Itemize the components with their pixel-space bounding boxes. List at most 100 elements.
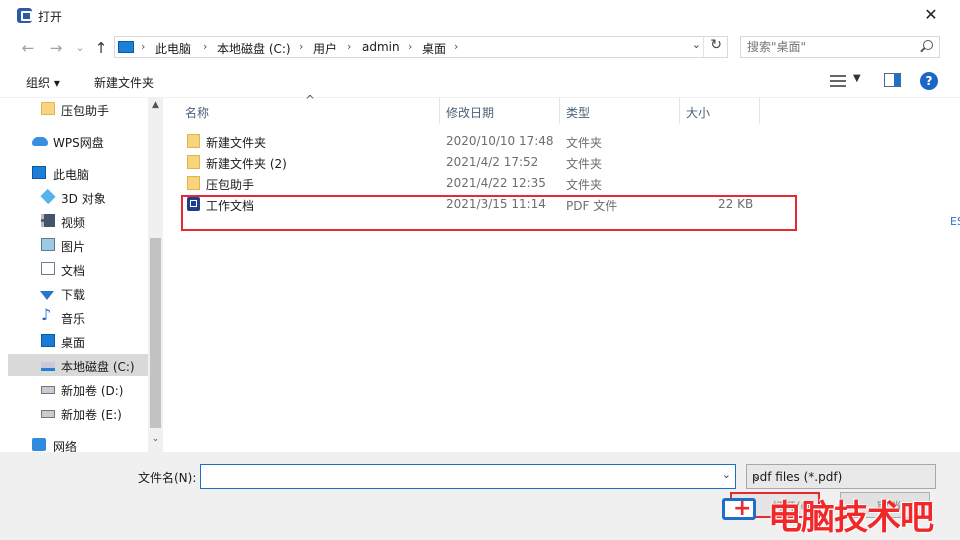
column-header-label: 名称 [185,106,210,120]
cloud-icon [32,137,48,146]
sidebar-item-pictures[interactable]: 图片 [8,234,148,256]
breadcrumb-separator: › [454,40,459,53]
breadcrumb-this-pc[interactable]: 此电脑 [155,40,191,57]
music-icon: ♪ [41,305,52,324]
search-icon[interactable] [923,40,933,50]
address-divider [703,37,704,57]
watermark-logo-icon: + [720,492,760,526]
sidebar-item-music[interactable]: ♪ 音乐 [8,306,148,328]
drive-icon [41,386,55,394]
file-name: 压包助手 [206,178,255,192]
sidebar-item-label: 图片 [61,240,86,254]
video-icon [41,214,55,227]
up-button[interactable]: ↑ [91,38,111,58]
file-row[interactable]: 新建文件夹 (2) 2021/4/2 17:52 文件夹 [181,152,771,173]
new-folder-button[interactable]: 新建文件夹 [94,74,154,91]
sidebar-item-label: 新加卷 (E:) [61,408,122,422]
view-options-icon[interactable] [830,74,846,88]
column-header-name[interactable]: 名称 ^ [179,93,440,124]
sidebar-item-downloads[interactable]: 下载 [8,282,148,304]
sidebar-item-volume-e[interactable]: 新加卷 (E:) [8,402,148,424]
scrollbar-thumb[interactable] [150,238,161,428]
file-name: 新建文件夹 [206,136,267,150]
search-box[interactable] [740,36,940,58]
file-type: 文件夹 [566,136,603,150]
breadcrumb-admin[interactable]: admin [362,40,400,54]
sidebar-item-yabao-helper[interactable]: 压包助手 [8,98,148,120]
refresh-button[interactable]: ↻ [710,37,722,53]
pdf-icon [187,197,200,211]
column-header-label: 大小 [686,106,711,120]
navigation-bar: ← → ⌄ ↑ › 此电脑 › 本地磁盘 (C:) › 用户 › admin ›… [0,32,960,64]
scroll-up-button[interactable]: ▲ [148,100,163,110]
sidebar-item-label: 压包助手 [61,104,110,118]
breadcrumb-separator: › [299,40,304,53]
window-title: 打开 [38,10,63,24]
search-input[interactable] [747,40,917,54]
sidebar-item-label: 视频 [61,216,86,230]
column-header-size[interactable]: 大小 [680,98,760,124]
file-row[interactable]: 压包助手 2021/4/22 12:35 文件夹 [181,173,771,194]
sidebar-scrollbar[interactable]: ▲ ⌄ [148,98,163,452]
sidebar-item-network[interactable]: 网络 [8,434,148,452]
back-button[interactable]: ← [18,38,38,58]
breadcrumb-separator: › [141,40,146,53]
address-dropdown-button[interactable]: ⌄ [692,38,701,51]
sidebar-item-label: 下载 [61,288,86,302]
folder-icon [187,155,200,169]
filename-label: 文件名(N): [138,471,197,485]
breadcrumb-desktop[interactable]: 桌面 [422,40,446,57]
organize-menu-button[interactable]: 组织 ▾ [26,74,60,91]
document-icon [41,262,55,275]
close-button[interactable]: ✕ [910,4,952,28]
file-modified: 2021/4/2 17:52 [446,155,539,169]
file-type: 文件夹 [566,157,603,171]
column-header-modified[interactable]: 修改日期 [440,98,560,124]
filename-input[interactable] [205,469,705,483]
column-header-label: 修改日期 [446,106,495,120]
desktop-icon [41,334,55,347]
app-icon [17,8,32,23]
view-dropdown-button[interactable]: ▼ [853,73,861,84]
navigation-pane: 压包助手 WPS网盘 此电脑 3D 对象 视频 图片 文档 下载 ♪ 音乐 桌面… [8,98,163,452]
file-modified: 2021/4/22 12:35 [446,176,546,190]
file-name: 新建文件夹 (2) [206,157,287,171]
preview-pane-icon[interactable] [884,73,901,87]
sidebar-item-label: 网络 [53,440,78,452]
breadcrumb-users[interactable]: 用户 [313,40,337,57]
background-text-fragment: ES [950,215,960,228]
sidebar-item-this-pc[interactable]: 此电脑 [8,162,148,184]
breadcrumb-separator: › [203,40,208,53]
file-type: 文件夹 [566,178,603,192]
filetype-dropdown-icon: ⌄ [752,469,762,482]
sidebar-item-label: WPS网盘 [53,136,104,150]
file-list: 名称 ^ 修改日期 类型 大小 新建文件夹 2020/10/10 17:48 文… [163,93,960,452]
filename-combobox[interactable]: ⌄ [200,464,736,489]
sidebar-item-label: 3D 对象 [61,192,106,206]
sidebar-item-desktop[interactable]: 桌面 [8,330,148,352]
file-row[interactable]: 新建文件夹 2020/10/10 17:48 文件夹 [181,131,771,152]
filename-dropdown-button[interactable]: ⌄ [722,468,731,481]
file-row[interactable]: 工作文档 2021/3/15 11:14 PDF 文件 22 KB [181,194,771,215]
sidebar-item-wps-cloud[interactable]: WPS网盘 [8,130,148,152]
help-icon[interactable]: ? [920,72,938,90]
sidebar-item-documents[interactable]: 文档 [8,258,148,280]
sidebar-item-local-disk-c[interactable]: 本地磁盘 (C:) [8,354,148,376]
computer-icon [118,41,134,53]
breadcrumb-local-disk-c[interactable]: 本地磁盘 (C:) [217,40,291,57]
breadcrumb-separator: › [408,40,413,53]
breadcrumb-separator: › [347,40,352,53]
network-icon [32,438,46,451]
sidebar-item-3d-objects[interactable]: 3D 对象 [8,186,148,208]
forward-button[interactable]: → [46,38,66,58]
filetype-select[interactable]: pdf files (*.pdf) ⌄ [746,464,936,489]
recent-locations-button[interactable]: ⌄ [70,38,90,58]
sidebar-item-videos[interactable]: 视频 [8,210,148,232]
sidebar-item-volume-d[interactable]: 新加卷 (D:) [8,378,148,400]
sidebar-item-label: 文档 [61,264,86,278]
drive-icon [41,362,55,371]
scroll-down-button[interactable]: ⌄ [148,434,163,444]
column-header-type[interactable]: 类型 [560,98,680,124]
address-bar[interactable]: › 此电脑 › 本地磁盘 (C:) › 用户 › admin › 桌面 › ⌄ … [114,36,728,58]
folder-icon [41,102,55,115]
